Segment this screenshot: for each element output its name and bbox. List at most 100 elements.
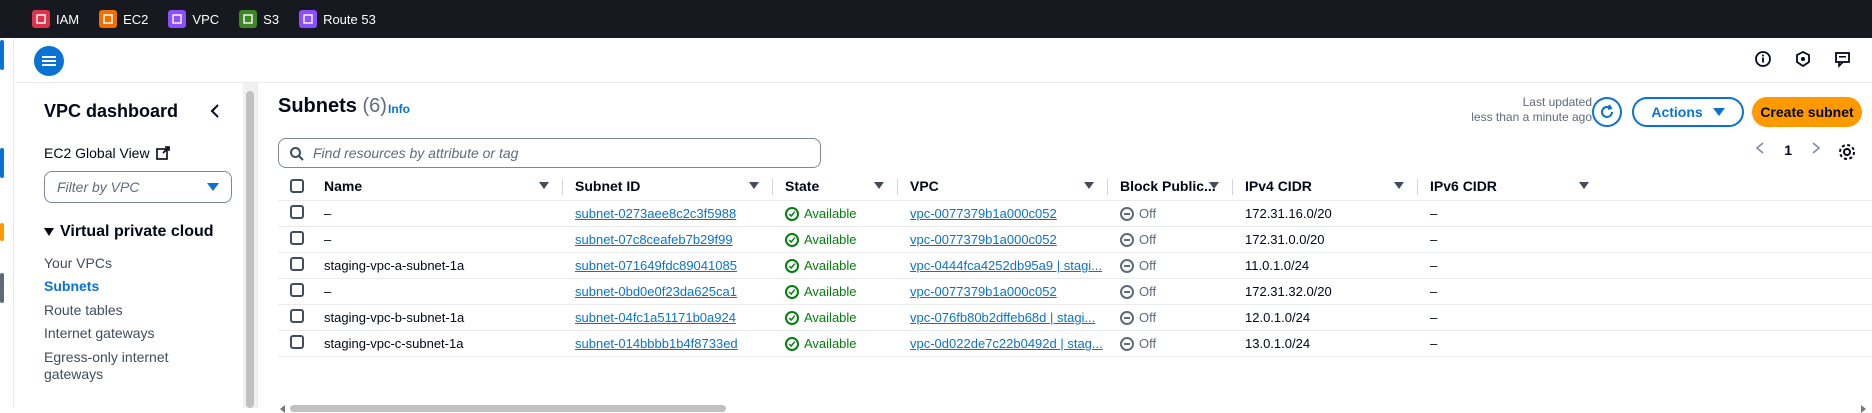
ipv4-cidr: 12.0.1.0/24 bbox=[1245, 310, 1311, 325]
favorite-iam[interactable]: IAM bbox=[32, 10, 79, 28]
vpc-link[interactable]: vpc-0444fca4252db95a9 | stagi... bbox=[910, 258, 1102, 273]
collapse-sidebar-button[interactable] bbox=[206, 101, 226, 121]
vpc-link[interactable]: vpc-0077379b1a000c052 bbox=[910, 284, 1057, 299]
vpc-link[interactable]: vpc-0077379b1a000c052 bbox=[910, 206, 1057, 221]
row-checkbox[interactable] bbox=[290, 283, 304, 297]
column-header-state[interactable]: State bbox=[773, 171, 898, 201]
sort-caret-icon[interactable] bbox=[1084, 181, 1094, 189]
route53-icon bbox=[299, 10, 318, 28]
subnet-id-link[interactable]: subnet-0bd0e0f23da625ca1 bbox=[575, 284, 737, 299]
ipv6-cidr: – bbox=[1430, 336, 1438, 351]
subnet-id-link[interactable]: subnet-014bbbb1b4f8733ed bbox=[575, 336, 738, 351]
lock-shield-icon[interactable] bbox=[1794, 50, 1812, 68]
sidebar-item-subnets[interactable]: Subnets bbox=[44, 278, 99, 294]
s3-icon bbox=[239, 10, 258, 28]
table-settings-button[interactable] bbox=[1836, 141, 1858, 163]
sidebar-item-route-tables[interactable]: Route tables bbox=[44, 302, 123, 318]
subnet-name: – bbox=[324, 206, 332, 221]
sidebar-item-egress-only-internet-gateways-line2[interactable]: gateways bbox=[44, 366, 103, 382]
sort-caret-icon[interactable] bbox=[749, 181, 759, 189]
ec2-global-view-link[interactable]: EC2 Global View bbox=[44, 145, 170, 161]
caret-down-icon bbox=[1712, 108, 1725, 116]
next-page-button[interactable] bbox=[1810, 141, 1822, 158]
sidebar-scrollbar[interactable] bbox=[243, 83, 257, 408]
sort-caret-icon[interactable] bbox=[1579, 181, 1589, 189]
ipv4-cidr: 172.31.0.0/20 bbox=[1245, 232, 1325, 247]
sidebar-item-internet-gateways[interactable]: Internet gateways bbox=[44, 325, 155, 341]
horizontal-scrollbar[interactable] bbox=[278, 403, 1872, 413]
caret-down-icon bbox=[207, 183, 219, 191]
sidebar-item-your-vpcs[interactable]: Your VPCs bbox=[44, 255, 112, 271]
sidebar-item-egress-only-internet-gateways[interactable]: Egress-only internet bbox=[44, 349, 169, 365]
sort-caret-icon[interactable] bbox=[1394, 181, 1404, 189]
ec2-global-view-label: EC2 Global View bbox=[44, 145, 150, 161]
edge-indicator bbox=[0, 148, 4, 178]
info-icon[interactable] bbox=[1754, 50, 1772, 68]
info-link[interactable]: Info bbox=[388, 102, 410, 116]
table-row[interactable]: staging-vpc-a-subnet-1a subnet-071649fdc… bbox=[278, 253, 1872, 279]
row-checkbox[interactable] bbox=[290, 309, 304, 323]
favorite-route53[interactable]: Route 53 bbox=[299, 10, 376, 28]
column-header-block-public-access[interactable]: Block Public... bbox=[1108, 171, 1233, 201]
column-header-subnet-id[interactable]: Subnet ID bbox=[563, 171, 773, 201]
block-public-access-label: Off bbox=[1139, 232, 1157, 247]
favorite-ec2[interactable]: EC2 bbox=[99, 10, 148, 28]
sort-caret-icon[interactable] bbox=[874, 181, 884, 189]
prev-page-button[interactable] bbox=[1754, 141, 1766, 158]
ec2-icon bbox=[99, 10, 118, 28]
row-checkbox[interactable] bbox=[290, 205, 304, 219]
block-public-access-status: Off bbox=[1120, 336, 1233, 351]
menu-toggle-button[interactable] bbox=[34, 46, 64, 76]
column-label: VPC bbox=[910, 177, 939, 194]
row-select-cell bbox=[278, 309, 312, 326]
subnet-id-link[interactable]: subnet-071649fdc89041085 bbox=[575, 258, 737, 273]
subnet-id-link[interactable]: subnet-07c8ceafeb7b29f99 bbox=[575, 232, 733, 247]
table-row[interactable]: staging-vpc-b-subnet-1a subnet-04fc1a511… bbox=[278, 305, 1872, 331]
column-header-vpc[interactable]: VPC bbox=[898, 171, 1108, 201]
table-row[interactable]: staging-vpc-c-subnet-1a subnet-014bbbb1b… bbox=[278, 331, 1872, 357]
row-checkbox[interactable] bbox=[290, 231, 304, 245]
block-public-access-label: Off bbox=[1139, 258, 1157, 273]
favorite-vpc[interactable]: VPC bbox=[168, 10, 219, 28]
sidebar-section-virtual-private-cloud[interactable]: Virtual private cloud bbox=[44, 223, 214, 241]
select-all-checkbox[interactable] bbox=[290, 178, 304, 193]
vpc-link[interactable]: vpc-0077379b1a000c052 bbox=[910, 232, 1057, 247]
subnet-id-link[interactable]: subnet-0273aee8c2c3f5988 bbox=[575, 206, 736, 221]
table-row[interactable]: – subnet-0bd0e0f23da625ca1 Available vpc… bbox=[278, 279, 1872, 305]
scroll-right-icon[interactable] bbox=[1861, 405, 1866, 413]
column-header-name[interactable]: Name bbox=[312, 171, 563, 201]
state-label: Available bbox=[804, 284, 857, 299]
state-label: Available bbox=[804, 232, 857, 247]
vpc-link[interactable]: vpc-0d022de7c22b0492d | stag... bbox=[910, 336, 1103, 351]
refresh-button[interactable] bbox=[1592, 97, 1622, 127]
horizontal-scrollbar-thumb[interactable] bbox=[290, 405, 726, 412]
sidebar-scrollbar-thumb[interactable] bbox=[246, 91, 254, 408]
column-header-ipv6-cidr[interactable]: IPv6 CIDR bbox=[1418, 171, 1603, 201]
favorite-s3[interactable]: S3 bbox=[239, 10, 279, 28]
create-subnet-button[interactable]: Create subnet bbox=[1752, 97, 1862, 127]
feedback-icon[interactable] bbox=[1834, 50, 1852, 68]
subnet-id-link[interactable]: subnet-04fc1a51171b0a924 bbox=[575, 310, 736, 325]
row-select-cell bbox=[278, 231, 312, 248]
vpc-filter-select[interactable]: Filter by VPC bbox=[44, 171, 232, 203]
actions-button[interactable]: Actions bbox=[1632, 97, 1744, 127]
table-row[interactable]: – subnet-07c8ceafeb7b29f99 Available vpc… bbox=[278, 227, 1872, 253]
row-checkbox[interactable] bbox=[290, 257, 304, 271]
block-public-access-status: Off bbox=[1120, 258, 1233, 273]
page-title: Subnets (6) bbox=[278, 95, 387, 118]
table-row[interactable]: – subnet-0273aee8c2c3f5988 Available vpc… bbox=[278, 201, 1872, 227]
table-body: – subnet-0273aee8c2c3f5988 Available vpc… bbox=[278, 201, 1872, 357]
search-input[interactable]: Find resources by attribute or tag bbox=[278, 138, 821, 168]
ipv6-cidr: – bbox=[1430, 284, 1438, 299]
row-checkbox[interactable] bbox=[290, 335, 304, 349]
sort-caret-icon[interactable] bbox=[1209, 181, 1219, 189]
vpc-link[interactable]: vpc-076fb80b2dffeb68d | stagi... bbox=[910, 310, 1095, 325]
status-check-icon bbox=[785, 206, 799, 221]
page-number[interactable]: 1 bbox=[1784, 142, 1792, 158]
sort-caret-icon[interactable] bbox=[539, 181, 549, 189]
top-utility-bar bbox=[16, 38, 1872, 83]
scroll-left-icon[interactable] bbox=[280, 405, 285, 413]
hamburger-icon bbox=[42, 54, 56, 68]
row-select-cell bbox=[278, 257, 312, 274]
column-header-ipv4-cidr[interactable]: IPv4 CIDR bbox=[1233, 171, 1418, 201]
